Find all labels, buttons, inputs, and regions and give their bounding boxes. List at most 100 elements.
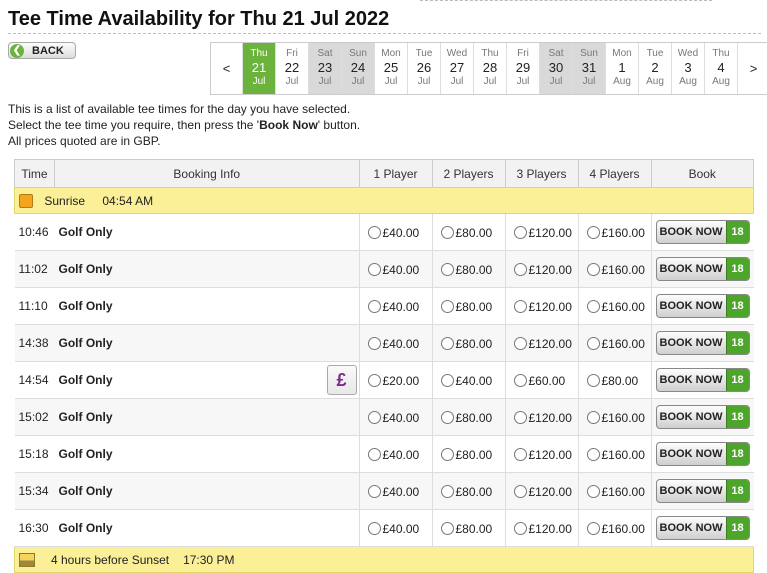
date-28-jul[interactable]: Thu 28 Jul xyxy=(473,43,506,94)
date-23-jul[interactable]: Sat 23 Jul xyxy=(308,43,341,94)
price-radio[interactable] xyxy=(367,336,381,350)
price-radio[interactable] xyxy=(367,225,381,239)
date-30-jul[interactable]: Sat 30 Jul xyxy=(539,43,572,94)
price-option-4-player[interactable]: £80.00 xyxy=(577,361,651,399)
price-radio[interactable] xyxy=(586,410,600,424)
price-option-4-player[interactable]: £160.00 xyxy=(577,213,651,251)
price-option-1-player[interactable]: £20.00 xyxy=(358,361,432,399)
price-radio[interactable] xyxy=(513,225,527,239)
price-option-2-player[interactable]: £80.00 xyxy=(431,435,505,473)
date-4-aug[interactable]: Thu 4 Aug xyxy=(704,43,737,94)
price-radio[interactable] xyxy=(586,336,600,350)
price-option-2-player[interactable]: £80.00 xyxy=(431,250,505,288)
back-button[interactable]: ❮ BACK xyxy=(8,42,76,59)
price-radio[interactable] xyxy=(440,521,454,535)
price-radio[interactable] xyxy=(367,521,381,535)
price-option-1-player[interactable]: £40.00 xyxy=(358,435,432,473)
book-now-button[interactable]: BOOK NOW 18 xyxy=(655,479,750,503)
book-now-button[interactable]: BOOK NOW 18 xyxy=(655,331,750,355)
price-radio[interactable] xyxy=(440,484,454,498)
price-radio[interactable] xyxy=(513,336,527,350)
price-option-1-player[interactable]: £40.00 xyxy=(358,324,432,362)
book-now-button[interactable]: BOOK NOW 18 xyxy=(655,257,750,281)
price-radio[interactable] xyxy=(513,299,527,313)
price-option-2-player[interactable]: £40.00 xyxy=(431,361,505,399)
price-option-4-player[interactable]: £160.00 xyxy=(577,398,651,436)
date-2-aug[interactable]: Tue 2 Aug xyxy=(638,43,671,94)
price-option-2-player[interactable]: £80.00 xyxy=(431,472,505,510)
price-option-3-player[interactable]: £120.00 xyxy=(504,472,578,510)
price-option-4-player[interactable]: £160.00 xyxy=(577,287,651,325)
price-radio[interactable] xyxy=(513,521,527,535)
price-radio[interactable] xyxy=(367,447,381,461)
price-option-2-player[interactable]: £80.00 xyxy=(431,213,505,251)
price-option-4-player[interactable]: £160.00 xyxy=(577,435,651,473)
price-option-3-player[interactable]: £120.00 xyxy=(504,250,578,288)
price-option-3-player[interactable]: £120.00 xyxy=(504,324,578,362)
date-24-jul[interactable]: Sun 24 Jul xyxy=(341,43,374,94)
price-radio[interactable] xyxy=(440,447,454,461)
book-now-button[interactable]: BOOK NOW 18 xyxy=(655,405,750,429)
price-option-1-player[interactable]: £40.00 xyxy=(358,509,432,547)
price-option-1-player[interactable]: £40.00 xyxy=(358,250,432,288)
book-now-button[interactable]: BOOK NOW 18 xyxy=(655,368,750,392)
book-now-button[interactable]: BOOK NOW 18 xyxy=(655,220,750,244)
date-22-jul[interactable]: Fri 22 Jul xyxy=(275,43,308,94)
price-option-1-player[interactable]: £40.00 xyxy=(358,287,432,325)
price-radio[interactable] xyxy=(586,225,600,239)
price-radio[interactable] xyxy=(586,299,600,313)
price-option-4-player[interactable]: £160.00 xyxy=(577,250,651,288)
price-radio[interactable] xyxy=(367,373,381,387)
date-3-aug[interactable]: Wed 3 Aug xyxy=(671,43,704,94)
pound-icon[interactable]: £ xyxy=(326,365,357,395)
price-option-4-player[interactable]: £160.00 xyxy=(577,509,651,547)
price-option-3-player[interactable]: £120.00 xyxy=(504,509,578,547)
price-radio[interactable] xyxy=(513,373,527,387)
date-29-jul[interactable]: Fri 29 Jul xyxy=(506,43,539,94)
price-radio[interactable] xyxy=(440,336,454,350)
price-option-3-player[interactable]: £120.00 xyxy=(504,213,578,251)
price-radio[interactable] xyxy=(586,373,600,387)
book-now-button[interactable]: BOOK NOW 18 xyxy=(655,294,750,318)
price-option-3-player[interactable]: £60.00 xyxy=(504,361,578,399)
date-26-jul[interactable]: Tue 26 Jul xyxy=(407,43,440,94)
date-25-jul[interactable]: Mon 25 Jul xyxy=(374,43,407,94)
price-option-2-player[interactable]: £80.00 xyxy=(431,324,505,362)
price-radio[interactable] xyxy=(513,410,527,424)
date-27-jul[interactable]: Wed 27 Jul xyxy=(440,43,473,94)
price-radio[interactable] xyxy=(440,262,454,276)
date-31-jul[interactable]: Sun 31 Jul xyxy=(572,43,605,94)
price-option-4-player[interactable]: £160.00 xyxy=(577,324,651,362)
price-radio[interactable] xyxy=(367,262,381,276)
price-option-4-player[interactable]: £160.00 xyxy=(577,472,651,510)
price-option-3-player[interactable]: £120.00 xyxy=(504,287,578,325)
price-option-2-player[interactable]: £80.00 xyxy=(431,287,505,325)
price-radio[interactable] xyxy=(586,484,600,498)
price-radio[interactable] xyxy=(513,447,527,461)
price-radio[interactable] xyxy=(513,262,527,276)
price-option-3-player[interactable]: £120.00 xyxy=(504,398,578,436)
price-radio[interactable] xyxy=(440,373,454,387)
date-1-aug[interactable]: Mon 1 Aug xyxy=(605,43,638,94)
next-dates-button[interactable]: > xyxy=(737,43,767,94)
prev-dates-button[interactable]: < xyxy=(211,43,242,94)
price-radio[interactable] xyxy=(440,225,454,239)
price-radio[interactable] xyxy=(367,484,381,498)
price-radio[interactable] xyxy=(586,447,600,461)
price-option-1-player[interactable]: £40.00 xyxy=(358,398,432,436)
price-radio[interactable] xyxy=(513,484,527,498)
price-radio[interactable] xyxy=(440,410,454,424)
book-now-button[interactable]: BOOK NOW 18 xyxy=(655,516,750,540)
date-21-jul[interactable]: Thu 21 Jul xyxy=(242,43,275,94)
price-option-3-player[interactable]: £120.00 xyxy=(504,435,578,473)
price-radio[interactable] xyxy=(586,521,600,535)
book-now-button[interactable]: BOOK NOW 18 xyxy=(655,442,750,466)
price-radio[interactable] xyxy=(586,262,600,276)
price-option-1-player[interactable]: £40.00 xyxy=(358,213,432,251)
price-option-2-player[interactable]: £80.00 xyxy=(431,509,505,547)
price-option-2-player[interactable]: £80.00 xyxy=(431,398,505,436)
price-radio[interactable] xyxy=(367,410,381,424)
price-radio[interactable] xyxy=(440,299,454,313)
price-radio[interactable] xyxy=(367,299,381,313)
price-option-1-player[interactable]: £40.00 xyxy=(358,472,432,510)
